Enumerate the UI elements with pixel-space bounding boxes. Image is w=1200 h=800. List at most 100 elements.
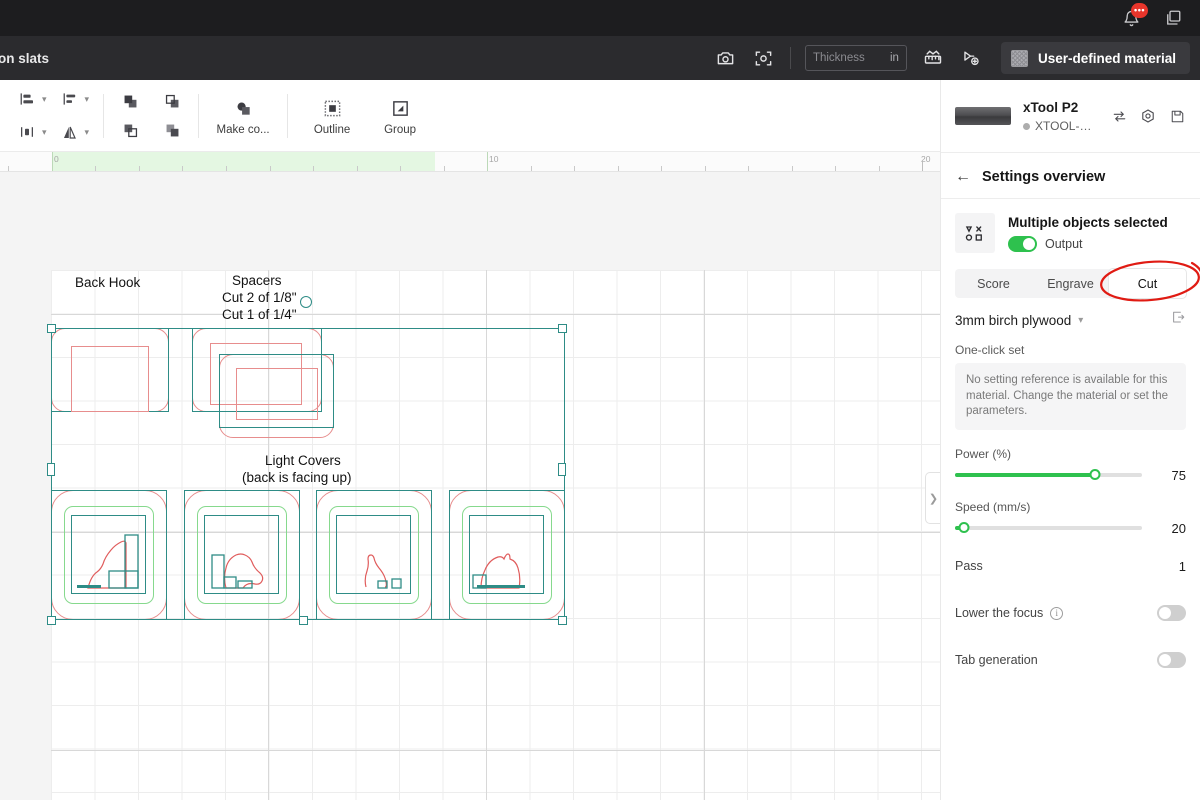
selection-handle-tr[interactable]	[558, 324, 567, 333]
speed-param: Speed (mm/s) 20	[941, 500, 1200, 536]
distribute-dropdown[interactable]: ▾	[56, 84, 91, 114]
speed-value[interactable]: 20	[1152, 521, 1186, 536]
toggle-knob	[1023, 237, 1035, 250]
header-divider	[789, 47, 791, 69]
selection-handle-bl[interactable]	[47, 616, 56, 625]
tab-generation-label: Tab generation	[955, 653, 1038, 667]
chevron-down-icon: ▾	[42, 93, 47, 104]
ruler-tick	[8, 166, 9, 171]
transfer-icon[interactable]	[1110, 107, 1128, 125]
tab-cut[interactable]: Cut	[1109, 269, 1186, 298]
ruler-tick	[792, 166, 793, 171]
tab-generation-row: Tab generation	[941, 644, 1200, 677]
tab-generation-toggle[interactable]	[1157, 652, 1186, 668]
thickness-input[interactable]	[812, 52, 883, 64]
selection-handle-br2[interactable]	[558, 616, 567, 625]
rotate-handle[interactable]	[300, 296, 312, 308]
pass-label: Pass	[955, 559, 983, 573]
selection-handle-right-mid[interactable]	[558, 463, 566, 476]
ruler-tick	[444, 166, 445, 171]
speed-slider[interactable]	[955, 522, 1142, 533]
tab-score[interactable]: Score	[955, 269, 1032, 298]
group-icon	[387, 96, 413, 122]
selection-handle-left-mid[interactable]	[47, 463, 55, 476]
ruler-tick	[52, 152, 53, 171]
lower-focus-toggle[interactable]	[1157, 605, 1186, 621]
save-file-icon[interactable]	[1168, 107, 1186, 125]
copy-stack-icon[interactable]	[1162, 7, 1184, 29]
ruler-tick	[182, 166, 183, 171]
chevron-right-icon: ❯	[928, 492, 939, 505]
selection-title: Multiple objects selected	[1008, 214, 1168, 230]
thickness-unit: in	[890, 52, 899, 64]
pass-value[interactable]: 1	[1179, 559, 1186, 574]
ruler-label: 20	[921, 154, 931, 164]
grid-major-line	[51, 750, 940, 751]
output-toggle[interactable]	[1008, 235, 1037, 252]
bring-to-front-icon[interactable]	[117, 88, 143, 114]
camera-icon[interactable]	[714, 46, 738, 70]
processing-mode-tabs: Score Engrave Cut	[955, 269, 1186, 298]
output-toggle-row: Output	[1008, 235, 1168, 252]
selection-handle-tl[interactable]	[47, 324, 56, 333]
header-actions: in User-defined material	[714, 42, 1200, 74]
document-title: on slats	[0, 50, 50, 66]
ruler-tick	[705, 166, 706, 171]
info-icon[interactable]: i	[1050, 606, 1064, 620]
mirror-dropdown[interactable]: ▾	[56, 117, 91, 147]
ruler-tick	[400, 166, 401, 171]
speed-slider-thumb[interactable]	[958, 522, 970, 533]
frame-capture-icon[interactable]	[752, 46, 776, 70]
notification-badge: •••	[1131, 3, 1148, 18]
back-arrow-icon[interactable]: ←	[955, 169, 971, 185]
bring-forward-icon[interactable]	[159, 88, 185, 114]
ruler-tick	[139, 166, 140, 171]
device-status-row: XTOOL-P2_64e...	[1023, 119, 1098, 133]
panel-title: Settings overview	[982, 169, 1106, 185]
tab-engrave[interactable]: Engrave	[1032, 269, 1109, 298]
outline-button[interactable]: Outline	[301, 96, 363, 136]
selection-summary: Multiple objects selected Output	[941, 199, 1200, 263]
align-vertical-dropdown[interactable]: ▾	[13, 117, 48, 147]
selected-material[interactable]: 3mm birch plywood	[955, 313, 1071, 328]
device-card[interactable]: xTool P2 XTOOL-P2_64e...	[941, 80, 1200, 153]
power-value[interactable]: 75	[1152, 468, 1186, 483]
material-note: No setting reference is available for th…	[955, 363, 1186, 430]
power-param: Power (%) 75	[941, 447, 1200, 483]
design-canvas[interactable]: 0 10 20 Back Hook Spacers Cut 2 of 1/8" …	[0, 152, 940, 800]
calibrate-icon[interactable]	[959, 46, 983, 70]
arrange-tools-group	[104, 88, 198, 144]
ruler-label: 10	[489, 154, 499, 164]
send-backward-icon[interactable]	[117, 117, 143, 143]
align-tools-group: ▾ ▾ ▾ ▾	[0, 88, 103, 144]
chevron-down-icon[interactable]: ▾	[1078, 315, 1083, 326]
export-settings-icon[interactable]	[1171, 310, 1186, 330]
material-swatch-icon	[1010, 49, 1028, 67]
device-name: xTool P2	[1023, 100, 1079, 115]
horizontal-ruler[interactable]: 0 10 20	[0, 152, 940, 172]
ruler-tick	[748, 166, 749, 171]
measure-icon[interactable]	[921, 46, 945, 70]
top-bar-icons: •••	[1120, 3, 1200, 29]
group-button[interactable]: Group	[369, 96, 431, 136]
bell-icon[interactable]: •••	[1120, 3, 1148, 29]
device-thumbnail	[955, 107, 1011, 125]
settings-hex-icon[interactable]	[1139, 107, 1157, 125]
panel-collapse-handle[interactable]: ❯	[925, 472, 940, 524]
material-selector-button[interactable]: User-defined material	[1000, 42, 1190, 74]
selection-handle-br[interactable]	[299, 616, 308, 625]
power-slider-thumb[interactable]	[1089, 469, 1101, 480]
send-to-back-icon[interactable]	[159, 117, 185, 143]
outline-label: Outline	[313, 123, 351, 136]
compound-group: Make co...	[199, 88, 287, 144]
thickness-field[interactable]: in	[804, 45, 907, 71]
lower-focus-row: Lower the focus i	[941, 597, 1200, 630]
align-horizontal-dropdown[interactable]: ▾	[13, 84, 48, 114]
power-slider[interactable]	[955, 469, 1142, 480]
make-compound-button[interactable]: Make co...	[212, 96, 274, 136]
canvas-label-spacers: Spacers	[232, 273, 282, 288]
ruler-tick	[574, 166, 575, 171]
mirror-icon	[57, 119, 83, 145]
panel-header: ← Settings overview	[941, 153, 1200, 199]
lower-focus-toggle-wrap	[1157, 605, 1186, 621]
